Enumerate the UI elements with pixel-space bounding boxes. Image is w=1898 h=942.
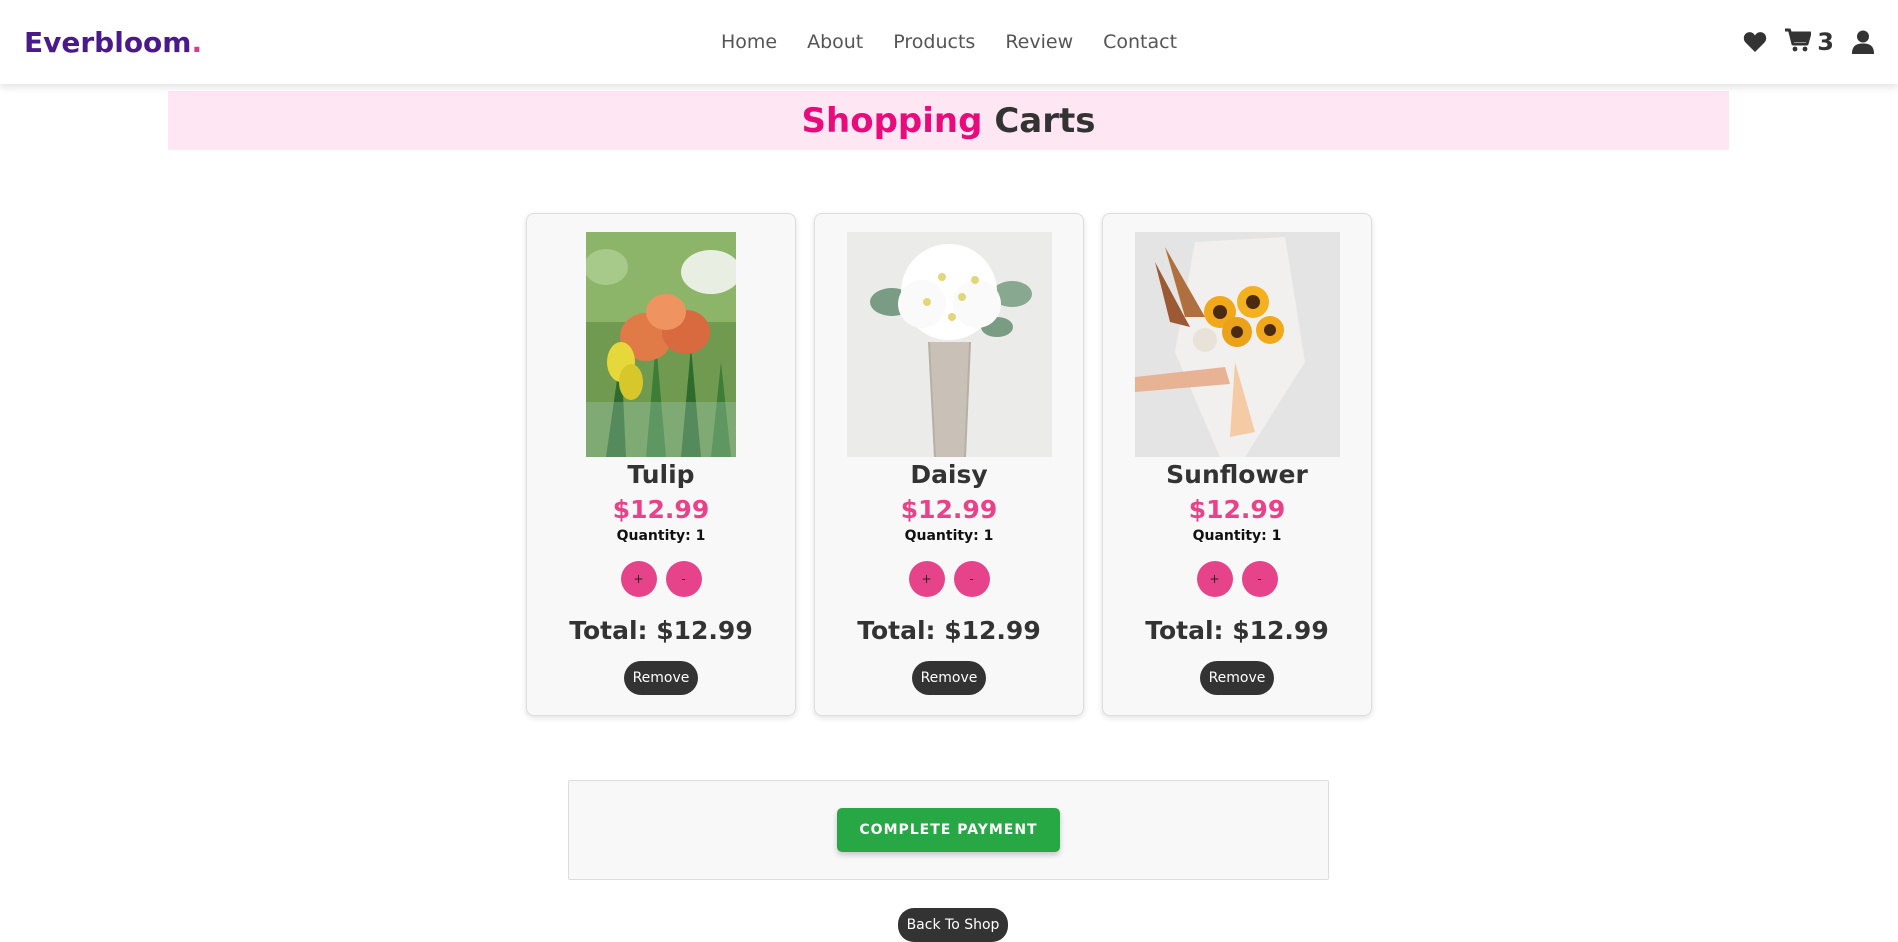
remove-button[interactable]: Remove: [911, 661, 987, 695]
cart-item-card: Sunflower $12.99 Quantity: 1 + - Total: …: [1102, 213, 1372, 716]
page-title-accent: Shopping: [801, 100, 983, 141]
item-name: Sunflower: [1166, 460, 1308, 489]
heart-icon[interactable]: [1743, 31, 1767, 53]
item-price: $12.99: [1188, 495, 1286, 524]
cart-count-badge: 3: [1817, 28, 1834, 56]
nav-link-home[interactable]: Home: [721, 31, 777, 53]
decrease-quantity-button[interactable]: -: [665, 561, 702, 597]
decrease-quantity-button[interactable]: -: [1241, 561, 1278, 597]
tulip-image: [586, 232, 736, 457]
nav-links: Home About Products Review Contact: [0, 0, 1898, 84]
increase-quantity-button[interactable]: +: [908, 561, 945, 597]
cart-button[interactable]: 3: [1785, 28, 1834, 56]
complete-payment-button[interactable]: COMPLETE PAYMENT: [837, 808, 1060, 852]
remove-button[interactable]: Remove: [623, 661, 699, 695]
item-name: Daisy: [910, 460, 988, 489]
nav-icons: 3: [1743, 28, 1874, 56]
increase-quantity-button[interactable]: +: [1196, 561, 1233, 597]
item-quantity: Quantity: 1: [616, 528, 706, 544]
increase-quantity-button[interactable]: +: [620, 561, 657, 597]
decrease-quantity-button[interactable]: -: [953, 561, 990, 597]
item-total: Total: $12.99: [1145, 616, 1329, 645]
nav-link-products[interactable]: Products: [893, 31, 975, 53]
user-icon[interactable]: [1852, 30, 1874, 54]
back-to-shop-button[interactable]: Back To Shop: [898, 908, 1008, 942]
brand-logo[interactable]: Everbloom.: [24, 26, 202, 59]
sunflower-image: [1134, 232, 1340, 457]
logo-text: Everbloom: [24, 25, 192, 59]
navbar: Everbloom. Home About Products Review Co…: [0, 0, 1898, 84]
item-quantity: Quantity: 1: [904, 528, 994, 544]
nav-link-contact[interactable]: Contact: [1103, 31, 1177, 53]
daisy-image: [846, 232, 1052, 457]
quantity-controls: + -: [1196, 561, 1278, 597]
item-price: $12.99: [900, 495, 998, 524]
item-total: Total: $12.99: [569, 616, 753, 645]
cart-icon: [1785, 28, 1812, 56]
nav-link-review[interactable]: Review: [1005, 31, 1073, 53]
cart-item-card: Daisy $12.99 Quantity: 1 + - Total: $12.…: [814, 213, 1084, 716]
quantity-controls: + -: [620, 561, 702, 597]
item-name: Tulip: [627, 460, 695, 489]
item-quantity: Quantity: 1: [1192, 528, 1282, 544]
cart-items: Tulip $12.99 Quantity: 1 + - Total: $12.…: [526, 213, 1372, 716]
page-title: Shopping Carts: [802, 101, 1096, 141]
logo-dot: .: [191, 25, 203, 59]
page-banner: Shopping Carts: [168, 91, 1729, 150]
quantity-controls: + -: [908, 561, 990, 597]
remove-button[interactable]: Remove: [1199, 661, 1275, 695]
item-price: $12.99: [612, 495, 710, 524]
page-title-rest: Carts: [994, 100, 1096, 141]
cart-item-card: Tulip $12.99 Quantity: 1 + - Total: $12.…: [526, 213, 796, 716]
nav-link-about[interactable]: About: [807, 31, 863, 53]
item-total: Total: $12.99: [857, 616, 1041, 645]
payment-section: COMPLETE PAYMENT: [568, 780, 1329, 880]
